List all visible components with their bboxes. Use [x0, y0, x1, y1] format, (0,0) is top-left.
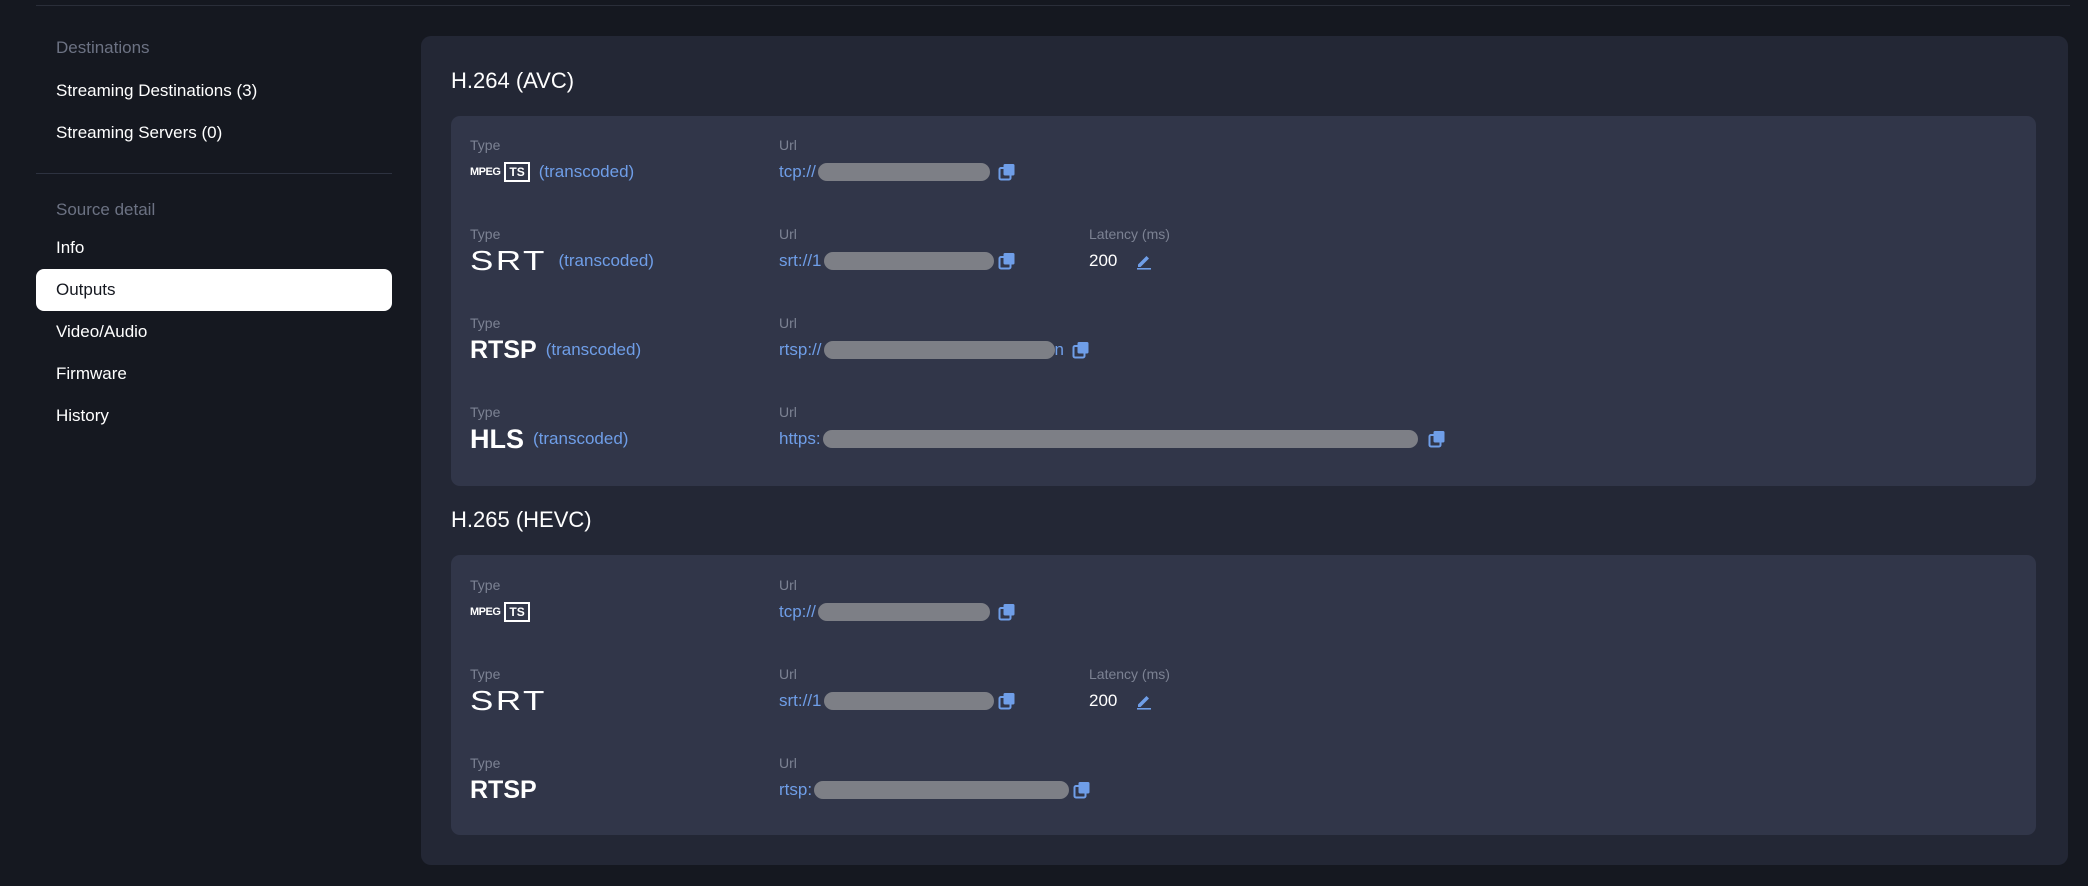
- type-label: Type: [470, 404, 501, 420]
- type-value: MPEG TS: [470, 597, 530, 627]
- type-label: Type: [470, 226, 501, 242]
- url-link[interactable]: tcp://: [779, 602, 816, 622]
- pencil-icon[interactable]: [1135, 252, 1153, 270]
- latency-number: 200: [1089, 691, 1118, 710]
- url-value: srt://1: [779, 246, 1016, 276]
- type-value: RTSP: [470, 775, 537, 805]
- redacted-url: [822, 430, 1418, 448]
- copy-icon[interactable]: [998, 163, 1016, 181]
- type-value: RTSP (transcoded): [470, 335, 641, 365]
- url-link[interactable]: https:: [779, 429, 821, 449]
- type-value: SRT (transcoded): [470, 245, 654, 276]
- copy-icon[interactable]: [998, 603, 1016, 621]
- outputs-panel: H.264 (AVC) Type MPEG TS (transcoded) Ur…: [421, 36, 2068, 865]
- type-label: Type: [470, 577, 501, 593]
- sidebar-divider: [36, 173, 392, 174]
- copy-icon[interactable]: [998, 252, 1016, 270]
- destinations-section-label: Destinations: [56, 38, 150, 57]
- sidebar-item-info[interactable]: Info: [36, 227, 392, 269]
- url-link[interactable]: rtsp://: [779, 340, 822, 360]
- sidebar-item-outputs[interactable]: Outputs: [36, 269, 392, 311]
- type-label: Type: [470, 666, 501, 682]
- sidebar-item-streaming-destinations[interactable]: Streaming Destinations (3): [36, 70, 392, 112]
- latency-value: 200: [1089, 246, 1153, 276]
- url-label: Url: [779, 226, 797, 242]
- output-row-hls: Type HLS (transcoded) Url https:: [451, 404, 2036, 464]
- redacted-url: [817, 163, 990, 181]
- url-value: tcp://: [779, 157, 1016, 187]
- copy-icon[interactable]: [1428, 430, 1446, 448]
- latency-label: Latency (ms): [1089, 226, 1170, 242]
- redacted-url: [823, 341, 1055, 359]
- mpeg-logo-text: MPEG: [470, 606, 501, 618]
- sidebar-item-streaming-servers[interactable]: Streaming Servers (0): [36, 112, 392, 154]
- type-label: Type: [470, 755, 501, 771]
- sidebar: Destinations Streaming Destinations (3) …: [36, 24, 392, 437]
- type-label: Type: [470, 315, 501, 331]
- hevc-outputs-card: Type MPEG TS Url tcp:// Type SRT Url srt…: [451, 555, 2036, 835]
- sidebar-item-history[interactable]: History: [36, 395, 392, 437]
- redacted-url: [823, 692, 994, 710]
- latency-number: 200: [1089, 251, 1118, 270]
- url-suffix: n: [1054, 340, 1064, 359]
- output-row-srt: Type SRT Url srt://1 Latency (ms) 200: [451, 666, 2036, 726]
- copy-icon[interactable]: [998, 692, 1016, 710]
- srt-logo: SRT: [470, 245, 547, 276]
- sidebar-item-firmware[interactable]: Firmware: [36, 353, 392, 395]
- mpeg-logo-text: MPEG: [470, 166, 501, 178]
- mpeg-ts-logo: MPEG TS: [470, 602, 530, 622]
- url-link[interactable]: srt://1: [779, 691, 822, 711]
- url-value: tcp://: [779, 597, 1016, 627]
- ts-logo-box: TS: [504, 162, 530, 182]
- type-value: SRT: [470, 685, 544, 716]
- url-label: Url: [779, 755, 797, 771]
- url-link[interactable]: rtsp:: [779, 780, 812, 800]
- url-label: Url: [779, 666, 797, 682]
- transcoded-label: (transcoded): [533, 429, 629, 448]
- avc-outputs-card: Type MPEG TS (transcoded) Url tcp:// Typ…: [451, 116, 2036, 486]
- top-divider: [36, 5, 2070, 6]
- group-title-avc: H.264 (AVC): [451, 68, 575, 93]
- output-row-rtsp: Type RTSP (transcoded) Url rtsp:// n: [451, 315, 2036, 375]
- url-label: Url: [779, 404, 797, 420]
- url-link[interactable]: srt://1: [779, 251, 822, 271]
- ts-logo-box: TS: [504, 602, 530, 622]
- type-value: HLS (transcoded): [470, 424, 628, 454]
- rtsp-logo: RTSP: [470, 775, 537, 804]
- url-value: https:: [779, 424, 1446, 454]
- url-value: rtsp:// n: [779, 335, 1090, 365]
- transcoded-label: (transcoded): [545, 340, 642, 359]
- copy-icon[interactable]: [1073, 781, 1091, 799]
- copy-icon[interactable]: [1072, 341, 1090, 359]
- latency-value: 200: [1089, 686, 1153, 716]
- url-link[interactable]: tcp://: [779, 162, 816, 182]
- url-label: Url: [779, 577, 797, 593]
- hls-logo: HLS: [470, 423, 524, 454]
- url-label: Url: [779, 315, 797, 331]
- output-row-rtsp: Type RTSP Url rtsp:: [451, 755, 2036, 815]
- source-detail-section-label: Source detail: [56, 200, 156, 219]
- output-row-mpegts: Type MPEG TS (transcoded) Url tcp://: [451, 137, 2036, 197]
- sidebar-item-video-audio[interactable]: Video/Audio: [36, 311, 392, 353]
- mpeg-ts-logo: MPEG TS: [470, 162, 530, 182]
- output-row-srt: Type SRT (transcoded) Url srt://1 Latenc…: [451, 226, 2036, 286]
- transcoded-label: (transcoded): [558, 251, 654, 270]
- url-value: rtsp:: [779, 775, 1091, 805]
- pencil-icon[interactable]: [1135, 692, 1153, 710]
- rtsp-logo: RTSP: [470, 335, 537, 364]
- type-label: Type: [470, 137, 501, 153]
- latency-label: Latency (ms): [1089, 666, 1170, 682]
- srt-logo: SRT: [470, 685, 547, 716]
- redacted-url: [823, 252, 994, 270]
- redacted-url: [814, 781, 1070, 799]
- type-value: MPEG TS (transcoded): [470, 157, 634, 187]
- url-value: srt://1: [779, 686, 1016, 716]
- redacted-url: [817, 603, 990, 621]
- transcoded-label: (transcoded): [538, 162, 635, 181]
- output-row-mpegts: Type MPEG TS Url tcp://: [451, 577, 2036, 637]
- url-label: Url: [779, 137, 797, 153]
- group-title-hevc: H.265 (HEVC): [451, 507, 592, 532]
